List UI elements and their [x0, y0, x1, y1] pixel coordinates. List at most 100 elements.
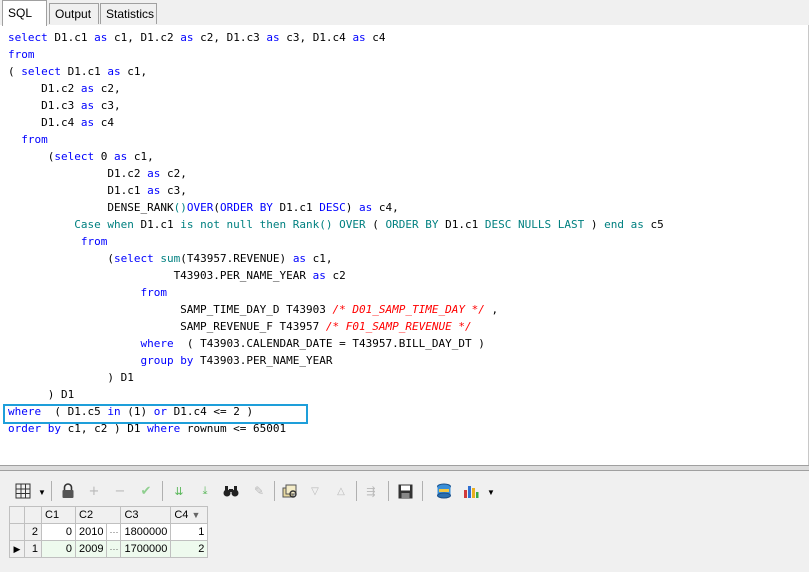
code-text: ) D1	[8, 388, 75, 401]
toolbar-separator	[51, 481, 52, 501]
code-text: D1.c1	[272, 201, 320, 214]
code-keyword: as	[94, 31, 108, 44]
query-by-example-icon[interactable]	[281, 482, 299, 500]
tab-output[interactable]: Output	[49, 3, 99, 24]
fetch-last-icon[interactable]: ⤓	[196, 482, 214, 500]
code-keyword: order by	[8, 422, 61, 435]
code-keyword: as	[180, 31, 194, 44]
code-text: ) D1	[8, 371, 134, 384]
cell-c2[interactable]: 2010	[74, 523, 108, 541]
find-icon[interactable]	[222, 482, 240, 500]
sort-descending-icon[interactable]: ▽	[306, 482, 324, 500]
delete-record-icon[interactable]: −	[111, 482, 129, 500]
code-text: D1.c1	[8, 184, 148, 197]
toolbar-separator	[162, 481, 163, 501]
table-row[interactable]: 2 0 2010 ··· 1800000 1	[9, 523, 209, 541]
post-edit-icon[interactable]: ✔	[137, 482, 155, 500]
add-record-icon[interactable]: +	[85, 482, 103, 500]
cell-c1[interactable]: 0	[41, 540, 76, 558]
fetch-next-icon[interactable]: ⇊	[170, 482, 188, 500]
code-keyword: end as	[604, 218, 644, 231]
toolbar-separator	[274, 481, 275, 501]
code-text: c2, D1.c3	[193, 31, 267, 44]
code-text: c4	[94, 116, 114, 129]
code-keyword: in	[107, 405, 121, 418]
save-icon[interactable]	[396, 482, 414, 500]
export-icon[interactable]: ⇶	[362, 482, 380, 500]
code-text: c1, D1.c2	[107, 31, 181, 44]
code-line: ( select D1.c1 as c1,	[8, 65, 147, 78]
code-text: D1.c1	[61, 65, 108, 78]
grid-view-icon[interactable]	[14, 482, 32, 500]
sort-indicator-icon[interactable]: ▼	[191, 510, 200, 520]
code-keyword: as	[80, 99, 95, 112]
cell-c3[interactable]: 1800000	[120, 523, 172, 541]
chevron-down-icon[interactable]: ▼	[487, 488, 495, 497]
cell-c2-ellipsis-button[interactable]: ···	[106, 540, 122, 558]
code-text: )	[345, 201, 360, 214]
tab-bar: SQL Output Statistics	[0, 0, 809, 26]
code-text: D1.c1	[438, 218, 485, 231]
sql-editor[interactable]: select D1.c1 as c1, D1.c2 as c2, D1.c3 a…	[0, 25, 809, 465]
code-keyword: where	[147, 422, 181, 435]
code-keyword: from	[21, 133, 48, 146]
sort-ascending-icon[interactable]: △	[332, 482, 350, 500]
column-header-c4[interactable]: C4 ▼	[170, 506, 209, 524]
cell-c4[interactable]: 2	[170, 540, 209, 558]
cell-c3[interactable]: 1700000	[120, 540, 172, 558]
code-text: c1,	[120, 65, 148, 78]
code-keyword: as	[80, 82, 95, 95]
row-number: 2	[24, 523, 42, 541]
code-line: ) D1	[8, 371, 134, 384]
code-keyword: as	[312, 269, 326, 282]
sql-code[interactable]: select D1.c1 as c1, D1.c2 as c2, D1.c3 a…	[8, 29, 664, 437]
code-line: D1.c2 as c2,	[8, 82, 121, 95]
tab-sql[interactable]: SQL	[2, 0, 47, 26]
code-text: D1.c2	[8, 167, 148, 180]
code-keyword: select	[8, 31, 48, 44]
column-header-c3[interactable]: C3	[120, 506, 172, 524]
chart-icon[interactable]	[462, 482, 480, 500]
toolbar-separator	[388, 481, 389, 501]
code-line: D1.c4 as c4	[8, 116, 114, 129]
tab-statistics[interactable]: Statistics	[100, 3, 157, 24]
code-text: DENSE_RANK	[8, 201, 174, 214]
code-text: (	[365, 218, 386, 231]
lock-icon[interactable]	[59, 482, 77, 500]
code-text: c1,	[127, 150, 154, 163]
record-viewer-icon[interactable]	[435, 482, 453, 500]
code-text: c2,	[160, 167, 187, 180]
chevron-down-icon[interactable]: ▼	[38, 488, 46, 497]
code-line: DENSE_RANK()OVER(ORDER BY D1.c1 DESC) as…	[8, 201, 398, 214]
code-text: ,	[484, 303, 499, 316]
code-text: SAMP_REVENUE_F T43957	[8, 320, 326, 333]
code-line: (select sum(T43957.REVENUE) as c1,	[8, 252, 332, 265]
cell-c2[interactable]: 2009	[74, 540, 108, 558]
column-header-c2[interactable]: C2	[74, 506, 122, 524]
code-text: c1, c2 ) D1	[60, 422, 148, 435]
code-text: (	[8, 150, 55, 163]
code-keyword: ()	[173, 201, 187, 214]
code-text: c2	[325, 269, 346, 282]
table-row[interactable]: ▶ 1 0 2009 ··· 1700000 2	[9, 540, 209, 558]
code-text: D1.c4 <= 2 )	[166, 405, 254, 418]
code-text: D1.c2	[8, 82, 81, 95]
splitter-handle[interactable]	[0, 465, 809, 471]
clear-icon[interactable]: ✎	[250, 482, 268, 500]
code-line: SAMP_TIME_DAY_D T43903 /* D01_SAMP_TIME_…	[8, 303, 498, 316]
code-keyword: or	[153, 405, 167, 418]
code-keyword: as	[147, 184, 161, 197]
results-grid[interactable]: C1 C2 C3 C4 ▼ 2 0 2010 ··· 1800000 1 ▶ 1…	[9, 506, 209, 558]
code-keyword: as	[80, 116, 95, 129]
code-keyword: as	[352, 31, 366, 44]
row-indicator	[9, 523, 25, 541]
cell-c2-ellipsis-button[interactable]: ···	[106, 523, 122, 541]
code-keyword: Rank()	[292, 218, 333, 231]
cell-c4[interactable]: 1	[170, 523, 209, 541]
code-comment: /* F01_SAMP_REVENUE */	[325, 320, 472, 333]
column-header-c1[interactable]: C1	[41, 506, 76, 524]
code-keyword: as	[266, 31, 280, 44]
cell-c1[interactable]: 0	[41, 523, 76, 541]
